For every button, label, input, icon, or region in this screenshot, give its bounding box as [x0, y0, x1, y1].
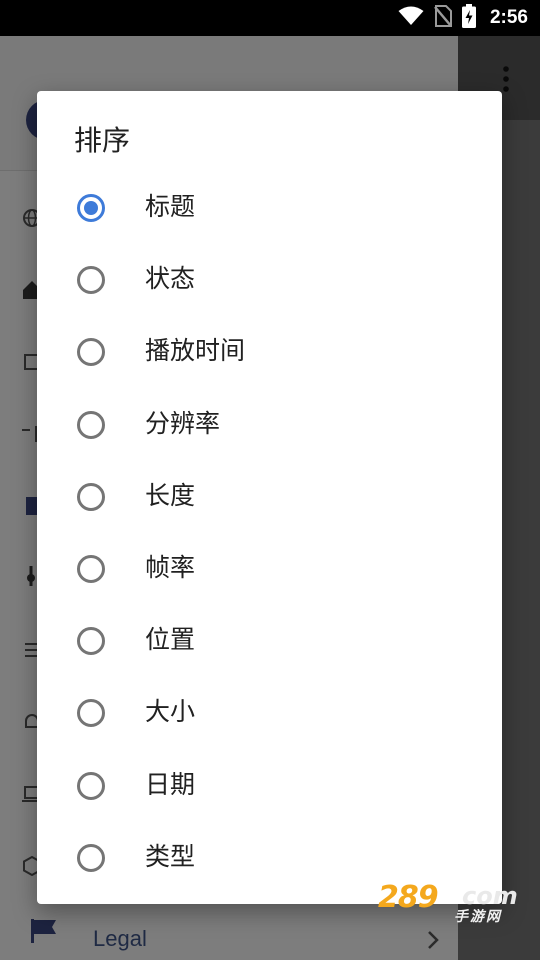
sort-option-length[interactable]: 长度	[37, 462, 502, 534]
radio-button[interactable]	[77, 338, 105, 367]
sort-option-resolution[interactable]: 分辨率	[37, 390, 502, 462]
sort-option-list: 标题 状态 播放时间 分辨率 长度 帧率 位置 大小 日期 类型	[37, 173, 502, 895]
sort-option-frame-rate[interactable]: 帧率	[37, 534, 502, 606]
dialog-title: 排序	[74, 124, 131, 157]
watermark-logo: 289 com 手游网	[374, 880, 520, 925]
sort-option-status[interactable]: 状态	[37, 245, 502, 317]
sort-option-location[interactable]: 位置	[37, 606, 502, 678]
watermark-brand: 289	[378, 880, 439, 915]
radio-button[interactable]	[77, 266, 105, 295]
wifi-icon	[398, 6, 424, 30]
radio-button[interactable]	[77, 554, 105, 583]
status-time: 2:56	[489, 7, 528, 28]
sort-option-date[interactable]: 日期	[37, 751, 502, 823]
flag-icon	[30, 919, 58, 943]
battery-charging-icon	[461, 4, 476, 32]
sort-option-label: 状态	[145, 264, 196, 294]
sort-option-label: 日期	[145, 769, 196, 799]
radio-button[interactable]	[77, 194, 105, 222]
radio-button[interactable]	[77, 843, 105, 872]
sort-dialog: 排序 标题 状态 播放时间 分辨率 长度 帧率 位置 大小 日期 类型	[37, 91, 502, 904]
sort-option-label: 大小	[145, 697, 196, 727]
watermark-subtitle: 手游网	[454, 909, 502, 925]
radio-button[interactable]	[77, 699, 105, 728]
sort-option-size[interactable]: 大小	[37, 678, 502, 750]
radio-button[interactable]	[77, 482, 105, 511]
radio-button[interactable]	[77, 627, 105, 656]
status-icons: 2:56	[398, 0, 528, 36]
legal-label: Legal	[93, 926, 147, 951]
sort-option-play-time[interactable]: 播放时间	[37, 317, 502, 389]
radio-button[interactable]	[77, 410, 105, 439]
sort-option-label: 帧率	[145, 552, 196, 582]
sort-option-label: 标题	[145, 192, 196, 221]
no-sim-icon	[434, 5, 452, 31]
status-bar: 2:56	[0, 0, 540, 36]
sort-option-label: 分辨率	[145, 408, 221, 438]
sort-option-label: 长度	[145, 480, 196, 510]
chevron-right-icon	[426, 930, 440, 950]
overflow-menu-icon	[502, 66, 510, 92]
sort-option-label: 播放时间	[145, 336, 246, 366]
sort-option-label: 类型	[145, 841, 196, 871]
sort-option-label: 位置	[145, 625, 196, 655]
radio-button[interactable]	[77, 771, 105, 800]
sort-option-title[interactable]: 标题	[37, 173, 502, 245]
